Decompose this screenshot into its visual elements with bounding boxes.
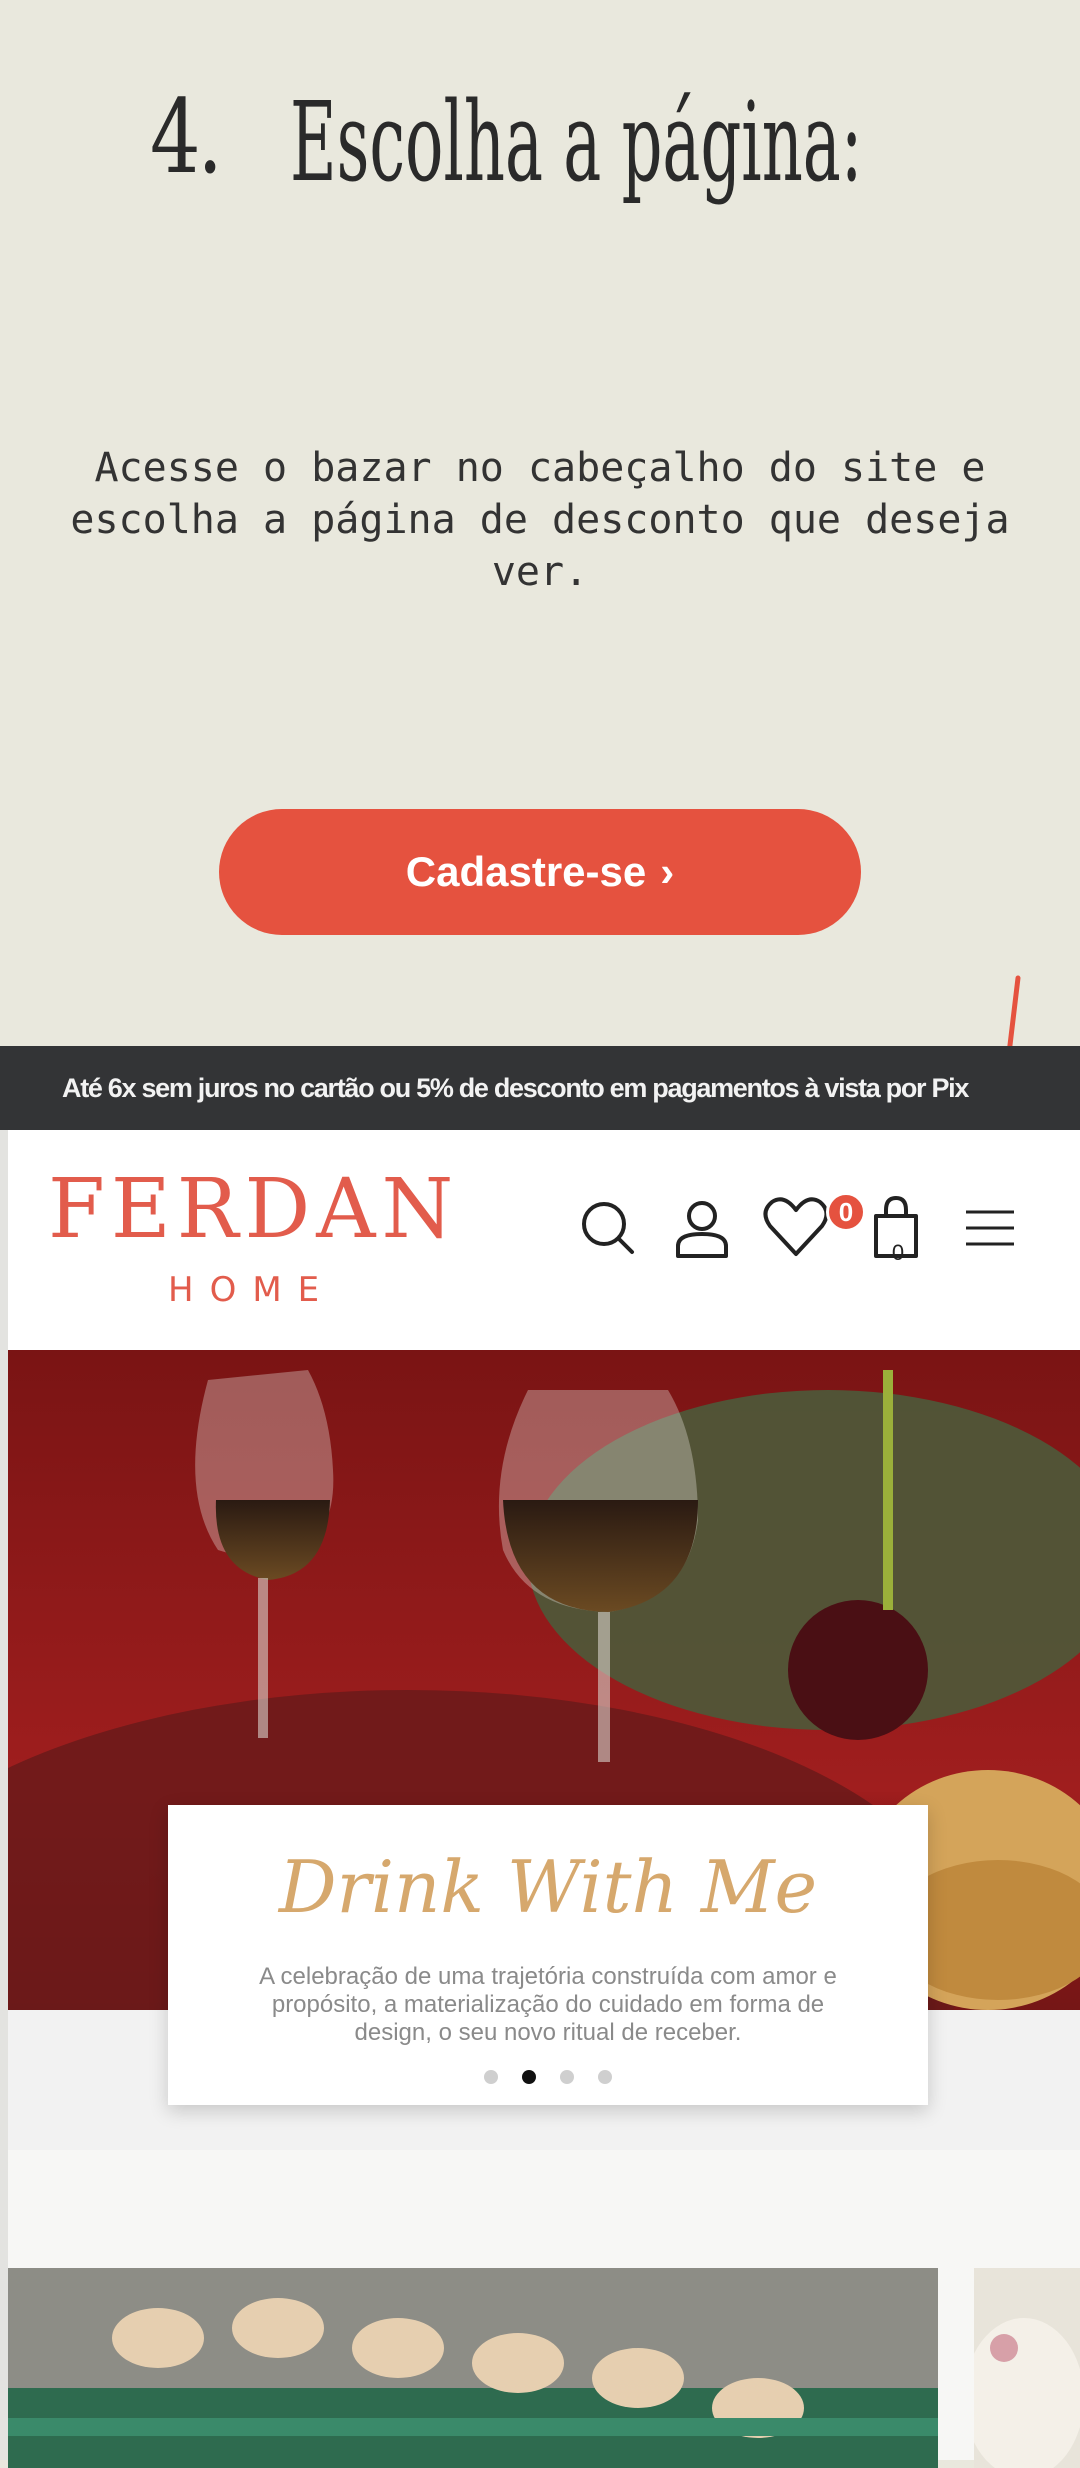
carousel-dots: [168, 2070, 928, 2084]
product-carousel: [8, 2212, 1080, 2468]
promo-bar: Até 6x sem juros no cartão ou 5% de desc…: [0, 1046, 1080, 1130]
carousel-dot[interactable]: [598, 2070, 612, 2084]
site-header: FERDAN HOME 0 0: [8, 1130, 1080, 1350]
step-description: Acesse o bazar no cabeçalho do site e es…: [70, 445, 1010, 595]
step-header: 4. Escolha a página:: [0, 78, 1080, 228]
heart-icon[interactable]: [756, 1186, 836, 1266]
side-strip: [0, 1130, 8, 2460]
carousel-dot[interactable]: [484, 2070, 498, 2084]
step-number: 4.: [150, 78, 223, 197]
search-icon[interactable]: [568, 1186, 648, 1266]
menu-icon[interactable]: [950, 1186, 1030, 1266]
carousel-dot-active[interactable]: [522, 2070, 536, 2084]
carousel-dot[interactable]: [560, 2070, 574, 2084]
step-title: Escolha a página:: [290, 78, 863, 206]
logo[interactable]: FERDAN: [48, 1162, 459, 1257]
cart-count: 0: [891, 1240, 905, 1265]
logo-subtitle: HOME: [168, 1270, 336, 1310]
hero-heading: Drink With Me: [278, 1845, 818, 1929]
hero-banner[interactable]: Drink With Me A celebração de uma trajet…: [8, 1350, 1080, 2150]
signup-button-label: Cadastre-se: [405, 848, 647, 895]
hero-text: A celebração de uma trajetória construíd…: [259, 1963, 837, 2046]
product-card-image[interactable]: [8, 2268, 938, 2468]
signup-button[interactable]: Cadastre-se ›: [219, 809, 861, 935]
site-screenshot: Até 6x sem juros no cartão ou 5% de desc…: [0, 1046, 1080, 2468]
chevron-right-icon: ›: [660, 848, 675, 895]
instructions-section: 4. Escolha a página: Acesse o bazar no c…: [0, 0, 1080, 1046]
product-card-image[interactable]: [974, 2268, 1080, 2468]
user-icon[interactable]: [662, 1186, 742, 1266]
hero-caption-card: Drink With Me A celebração de uma trajet…: [168, 1805, 928, 2105]
